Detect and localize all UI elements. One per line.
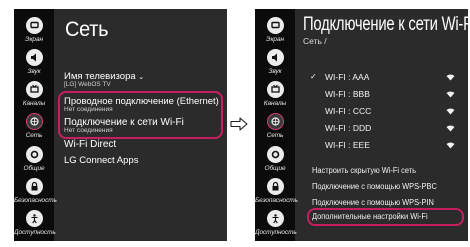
wifi-network-name: WI-FI : CCC <box>325 106 372 116</box>
sidebar-item-network[interactable]: Сеть <box>255 113 295 139</box>
sidebar-item-sound[interactable]: Звук <box>255 49 295 75</box>
sidebar-label: Безопасность <box>255 197 298 204</box>
menu-item-lg-connect-apps[interactable]: LG Connect Apps <box>64 155 138 166</box>
wifi-network-name: WI-FI : EEE <box>325 140 370 150</box>
wifi-network-name: WI-FI : BBB <box>325 89 370 99</box>
wifi-network-name: WI-FI : DDD <box>325 123 372 133</box>
sidebar-item-channels[interactable]: Каналы <box>14 81 54 107</box>
sidebar-label: Экран <box>25 36 43 43</box>
option-wps-pbc[interactable]: Подключение с помощью WPS-PBC <box>312 182 437 191</box>
chevron-down-icon: ⌄ <box>138 74 145 81</box>
accessibility-icon <box>266 210 284 227</box>
accessibility-icon <box>25 210 43 227</box>
sidebar-item-screen[interactable]: Экран <box>255 17 295 43</box>
wifi-signal-icon <box>446 125 455 132</box>
menu-item-label: LG Connect Apps <box>64 155 139 166</box>
screen-icon <box>266 17 284 34</box>
sidebar-label: Каналы <box>22 100 46 107</box>
sidebar-item-accessibility[interactable]: Доступность <box>14 210 56 236</box>
menu-item-wifi-direct[interactable]: Wi-Fi Direct <box>64 139 116 150</box>
sidebar-item-general[interactable]: Общие <box>255 146 295 172</box>
highlight-frame <box>58 91 223 139</box>
sidebar-label: Доступность <box>255 229 297 236</box>
checkmark-icon: ✓ <box>310 72 317 81</box>
sidebar-label: Звук <box>27 68 41 75</box>
channels-icon <box>25 81 43 98</box>
sound-icon <box>266 49 284 66</box>
wifi-signal-icon <box>446 142 455 149</box>
sidebar-label: Общие <box>23 165 45 172</box>
lock-icon <box>25 178 43 195</box>
wifi-signal-icon <box>446 91 455 98</box>
sound-icon <box>25 49 43 66</box>
sidebar-label: Безопасность <box>14 197 57 204</box>
sidebar-label: Сеть <box>266 132 284 139</box>
settings-sidebar: Экран Звук Каналы Сеть Общие Безопасност… <box>255 9 298 241</box>
left-network-screen: Экран Звук Каналы Сеть Общие Безопасност… <box>14 9 227 241</box>
right-arrow-icon <box>230 117 248 131</box>
wifi-signal-icon <box>446 74 455 81</box>
channels-icon <box>266 81 284 98</box>
sidebar-label: Звук <box>268 68 282 75</box>
sidebar-item-network[interactable]: Сеть <box>14 113 54 139</box>
menu-item-tv-name[interactable]: Имя телевизора ⌄ [LG] WebOS TV <box>64 71 144 88</box>
sidebar-item-security[interactable]: Безопасность <box>14 178 57 204</box>
settings-sidebar: Экран Звук Каналы Сеть Общие Безопасност… <box>14 9 57 241</box>
option-hidden-network[interactable]: Настроить скрытую Wi-Fi сеть <box>312 166 416 175</box>
network-icon <box>266 113 284 130</box>
sidebar-label: Общие <box>264 165 286 172</box>
page-title: Сеть <box>65 18 109 41</box>
wifi-signal-icon <box>446 108 455 115</box>
sidebar-label: Сеть <box>25 132 43 139</box>
sidebar-item-general[interactable]: Общие <box>14 146 54 172</box>
general-icon <box>266 146 284 163</box>
sidebar-item-accessibility[interactable]: Доступность <box>255 210 297 236</box>
option-wps-pin[interactable]: Подключение с помощью WPS-PIN <box>312 198 434 207</box>
highlight-frame <box>307 208 464 226</box>
page-title: Подключение к сети Wi-Fi <box>303 14 468 35</box>
lock-icon <box>266 178 284 195</box>
general-icon <box>25 146 43 163</box>
screen-icon <box>25 17 43 34</box>
network-icon <box>25 113 43 130</box>
sidebar-item-security[interactable]: Безопасность <box>255 178 298 204</box>
menu-item-label: Wi-Fi Direct <box>64 139 117 150</box>
sidebar-label: Каналы <box>263 100 287 107</box>
right-wifi-screen: Экран Звук Каналы Сеть Общие Безопасност… <box>255 9 468 241</box>
menu-item-value: [LG] WebOS TV <box>64 81 111 88</box>
sidebar-label: Экран <box>266 36 284 43</box>
wifi-network-name: WI-FI : AAA <box>325 72 370 82</box>
breadcrumb: Сеть / <box>303 36 327 46</box>
sidebar-item-sound[interactable]: Звук <box>14 49 54 75</box>
sidebar-label: Доступность <box>14 229 56 236</box>
sidebar-item-screen[interactable]: Экран <box>14 17 54 43</box>
sidebar-item-channels[interactable]: Каналы <box>255 81 295 107</box>
